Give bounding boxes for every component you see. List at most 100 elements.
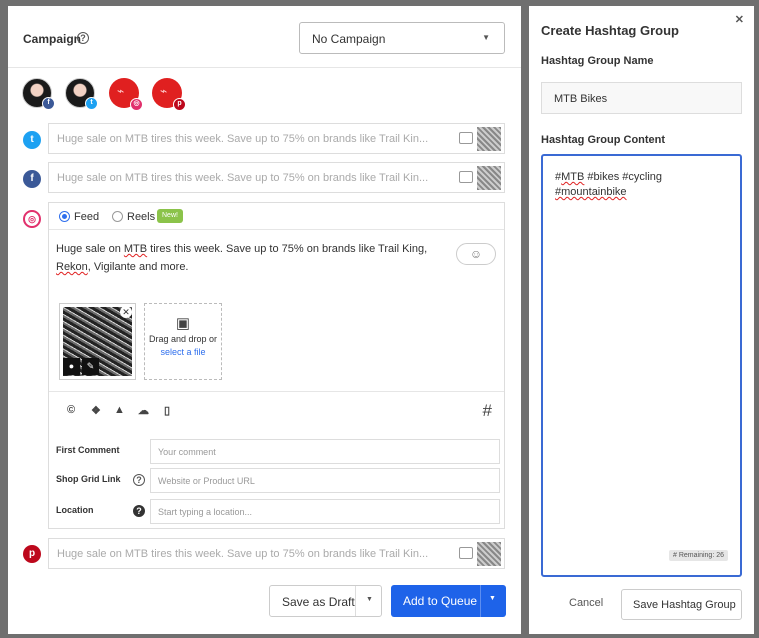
button-divider bbox=[355, 586, 356, 616]
post-text-part: Rekon bbox=[56, 261, 88, 273]
hashtag-text-part: #bikes #cycling bbox=[584, 171, 663, 183]
file-icon[interactable]: ▯ bbox=[164, 404, 170, 417]
tag-user-icon[interactable]: ● bbox=[63, 358, 80, 375]
instagram-badge-icon: ◎ bbox=[130, 98, 143, 111]
cloud-icon[interactable]: ☁ bbox=[138, 404, 149, 417]
save-hashtag-group-label: Save Hashtag Group bbox=[633, 599, 736, 611]
new-badge: New! bbox=[157, 209, 183, 223]
pinterest-icon: p bbox=[23, 545, 41, 563]
hashtag-name-value: MTB Bikes bbox=[554, 93, 608, 105]
remove-media-icon[interactable]: ✕ bbox=[120, 306, 132, 318]
location-label: Location bbox=[56, 505, 94, 515]
save-hashtag-group-button[interactable]: Save Hashtag Group bbox=[621, 589, 742, 620]
hashtag-content-text: #MTB #bikes #cycling #mountainbike bbox=[555, 170, 735, 200]
facebook-badge-icon: f bbox=[42, 97, 55, 110]
twitter-post-preview[interactable]: Huge sale on MTB tires this week. Save u… bbox=[48, 123, 505, 154]
post-text-part: MTB bbox=[123, 243, 148, 255]
chevron-down-icon[interactable]: ▼ bbox=[366, 596, 373, 603]
instagram-icon: ◎ bbox=[23, 210, 41, 228]
google-drive-icon[interactable]: ▲ bbox=[114, 404, 125, 416]
shop-grid-label: Shop Grid Link bbox=[56, 474, 121, 484]
hashtag-name-input[interactable]: MTB Bikes bbox=[541, 82, 742, 114]
add-to-queue-button[interactable]: Add to Queue ▼ bbox=[391, 585, 506, 617]
post-text-part: Huge sale on bbox=[56, 243, 124, 255]
save-as-draft-label: Save as Draft bbox=[282, 595, 355, 609]
select-file-link[interactable]: select a file bbox=[145, 347, 221, 357]
location-placeholder: Start typing a location... bbox=[158, 507, 253, 517]
twitter-badge-icon: t bbox=[85, 97, 98, 110]
post-text-part: tires this week. Save up to 75% on brand… bbox=[147, 243, 428, 255]
feed-radio[interactable] bbox=[59, 211, 70, 222]
reels-radio[interactable] bbox=[112, 211, 123, 222]
image-icon[interactable] bbox=[459, 547, 473, 559]
first-comment-input[interactable]: Your comment bbox=[150, 439, 500, 464]
twitter-preview-text: Huge sale on MTB tires this week. Save u… bbox=[57, 133, 429, 145]
shop-grid-row: Shop Grid Link ? Website or Product URL bbox=[49, 465, 504, 495]
facebook-post-preview[interactable]: Huge sale on MTB tires this week. Save u… bbox=[48, 162, 505, 193]
shop-grid-input[interactable]: Website or Product URL bbox=[150, 468, 500, 493]
instagram-post-text[interactable]: Huge sale on MTB tires this week. Save u… bbox=[56, 240, 446, 276]
first-comment-placeholder: Your comment bbox=[158, 447, 216, 457]
chevron-down-icon[interactable]: ▼ bbox=[489, 595, 496, 602]
hashtag-text-part: MTB bbox=[561, 171, 585, 183]
panel-title: Create Hashtag Group bbox=[541, 23, 679, 38]
media-thumbnail bbox=[477, 166, 501, 190]
hashtag-icon[interactable]: # bbox=[483, 401, 492, 421]
media-source-toolbar: © ❖ ▲ ☁ ▯ # bbox=[49, 391, 504, 429]
add-image-icon: ▣ bbox=[175, 315, 191, 332]
media-drop-zone[interactable]: ▣ Drag and drop or select a file bbox=[144, 303, 222, 380]
media-thumbnail bbox=[477, 127, 501, 151]
image-icon[interactable] bbox=[459, 132, 473, 144]
avatar-twitter-profile[interactable]: t bbox=[65, 78, 98, 110]
hashtag-content-textarea[interactable]: #MTB #bikes #cycling #mountainbike # Rema… bbox=[541, 154, 742, 577]
profile-avatars: f t ◎ p bbox=[22, 78, 282, 112]
media-thumbnail bbox=[477, 542, 501, 566]
remaining-count-badge: # Remaining: 26 bbox=[669, 550, 728, 561]
tab-reels-label: Reels bbox=[127, 211, 156, 223]
edit-media-icon[interactable]: ✎ bbox=[82, 358, 99, 375]
pinterest-post-preview[interactable]: Huge sale on MTB tires this week. Save u… bbox=[48, 538, 505, 569]
location-row: Location ? Start typing a location... bbox=[49, 496, 504, 526]
facebook-icon: f bbox=[23, 170, 41, 188]
tab-feed-label: Feed bbox=[74, 211, 100, 223]
facebook-preview-text: Huge sale on MTB tires this week. Save u… bbox=[57, 172, 429, 184]
canva-icon[interactable]: © bbox=[67, 404, 75, 416]
drop-text: Drag and drop or bbox=[148, 334, 218, 344]
button-divider bbox=[480, 585, 481, 617]
first-comment-row: First Comment Your comment bbox=[49, 436, 504, 466]
shop-grid-help-icon[interactable]: ? bbox=[133, 474, 145, 486]
campaign-select-value: No Campaign bbox=[312, 32, 386, 46]
instagram-post-editor: Feed Reels New! Huge sale on MTB tires t… bbox=[48, 202, 505, 529]
avatar-facebook-profile[interactable]: f bbox=[22, 78, 55, 110]
campaign-row: Campaign ? No Campaign ▼ bbox=[8, 6, 521, 68]
location-help-icon[interactable]: ? bbox=[133, 505, 145, 517]
cancel-button[interactable]: Cancel bbox=[569, 597, 603, 609]
smiley-icon: ☺ bbox=[469, 247, 483, 261]
dropbox-icon[interactable]: ❖ bbox=[91, 404, 101, 417]
campaign-help-icon[interactable]: ? bbox=[77, 32, 89, 44]
shop-grid-placeholder: Website or Product URL bbox=[158, 476, 255, 486]
post-text-part: , Vigilante and more. bbox=[87, 261, 189, 273]
location-input[interactable]: Start typing a location... bbox=[150, 499, 500, 524]
add-to-queue-label: Add to Queue bbox=[403, 594, 478, 608]
hashtag-group-panel: Create Hashtag Group ✕ Hashtag Group Nam… bbox=[529, 6, 754, 634]
pinterest-badge-icon: p bbox=[173, 98, 186, 111]
instagram-post-type-tabs: Feed Reels New! bbox=[49, 203, 504, 230]
campaign-label: Campaign bbox=[23, 32, 82, 46]
close-icon[interactable]: ✕ bbox=[735, 13, 744, 26]
image-icon[interactable] bbox=[459, 171, 473, 183]
chevron-down-icon: ▼ bbox=[482, 33, 490, 42]
twitter-icon: t bbox=[23, 131, 41, 149]
save-as-draft-button[interactable]: Save as Draft ▼ bbox=[269, 585, 382, 617]
pinterest-preview-text: Huge sale on MTB tires this week. Save u… bbox=[57, 548, 429, 560]
hashtag-name-label: Hashtag Group Name bbox=[541, 55, 654, 67]
post-composer: Campaign ? No Campaign ▼ f t ◎ p t Huge … bbox=[8, 6, 521, 634]
first-comment-label: First Comment bbox=[56, 445, 120, 455]
uploaded-media: ✕ ● ✎ bbox=[59, 303, 136, 380]
campaign-select[interactable]: No Campaign ▼ bbox=[299, 22, 505, 54]
avatar-instagram-profile[interactable]: ◎ bbox=[109, 78, 143, 111]
hashtag-content-label: Hashtag Group Content bbox=[541, 134, 666, 146]
avatar-pinterest-profile[interactable]: p bbox=[152, 78, 186, 111]
hashtag-text-part: #mountainbike bbox=[555, 186, 627, 198]
emoji-picker-button[interactable]: ☺ bbox=[456, 243, 496, 265]
